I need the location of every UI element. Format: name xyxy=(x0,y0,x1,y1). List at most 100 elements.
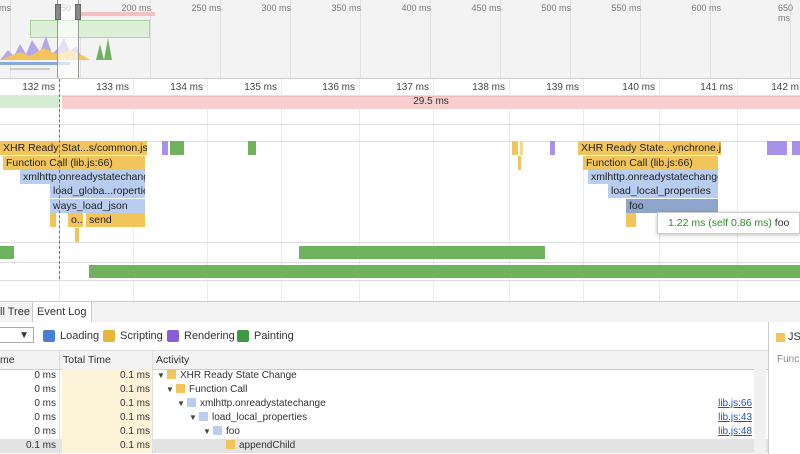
flame-xhr-ready-state[interactable]: XHR Ready Stat...s/common.json) xyxy=(0,141,147,155)
expand-triangle-icon[interactable]: ▼ xyxy=(203,425,213,439)
tooltip-time: 1.22 ms (self 0.86 ms) xyxy=(668,217,772,229)
rendering-label: Rendering xyxy=(184,330,235,342)
table-row-selected[interactable]: 0.1 ms 0.1 ms appendChild xyxy=(0,439,768,453)
overview-right-handle[interactable] xyxy=(75,4,81,20)
overview-left-handle[interactable] xyxy=(55,4,61,20)
ruler-tick-label: 140 ms xyxy=(622,82,655,93)
activity-name: XHR Ready State Change xyxy=(180,370,297,381)
expand-triangle-icon[interactable]: ▼ xyxy=(166,383,176,397)
overview-label: ms xyxy=(0,3,11,13)
overview-label: 250 ms xyxy=(191,3,221,13)
table-header: me Total Time Activity xyxy=(0,351,768,370)
tab-call-tree[interactable]: ll Tree xyxy=(0,302,34,322)
flame-rendering-mark[interactable] xyxy=(792,141,800,155)
expand-triangle-icon[interactable]: ▼ xyxy=(177,397,187,411)
ruler-tick-label: 132 ms xyxy=(22,82,55,93)
flame-foo[interactable]: foo xyxy=(626,199,718,213)
category-swatch xyxy=(167,370,176,379)
flame-load-local-properties[interactable]: load_local_properties xyxy=(608,184,718,198)
ruler-tick-label: 133 ms xyxy=(96,82,129,93)
table-row[interactable]: 0 ms 0.1 ms ▼ xmlhttp.onreadystatechange … xyxy=(0,397,768,411)
ruler-tick-label: 134 ms xyxy=(170,82,203,93)
loading-checkbox[interactable] xyxy=(43,330,55,342)
table-row[interactable]: 0 ms 0.1 ms ▼ foo lib.js:48 xyxy=(0,425,768,439)
painting-checkbox[interactable] xyxy=(237,330,249,342)
total-time: 0.1 ms xyxy=(119,398,150,409)
self-time: 0 ms xyxy=(34,426,56,437)
ruler-tick-label: 142 m xyxy=(771,82,799,93)
overview-selection-window[interactable] xyxy=(55,0,81,78)
flame-painting-mark[interactable] xyxy=(170,141,184,155)
flame-o-call[interactable]: o... xyxy=(68,213,83,227)
self-time: 0 ms xyxy=(34,384,56,395)
painting-bar[interactable] xyxy=(0,246,14,259)
source-link[interactable]: lib.js:66 xyxy=(718,397,752,411)
self-time: 0 ms xyxy=(34,398,56,409)
activity-header[interactable]: Activity xyxy=(153,351,189,369)
flame-small-call[interactable] xyxy=(75,228,79,242)
flame-scripting-mark[interactable] xyxy=(520,141,523,155)
table-row[interactable]: 0 ms 0.1 ms ▼ Function Call xyxy=(0,383,768,397)
expand-triangle-icon[interactable]: ▼ xyxy=(157,369,167,383)
self-time-header[interactable]: me xyxy=(0,351,15,369)
flame-scripting-mark[interactable] xyxy=(518,156,521,170)
overview-label: 650 ms xyxy=(777,3,793,23)
flame-rendering-mark[interactable] xyxy=(767,141,787,155)
flame-rendering-mark[interactable] xyxy=(550,141,555,155)
scripting-checkbox[interactable] xyxy=(103,330,115,342)
flame-tooltip: 1.22 ms (self 0.86 ms) foo xyxy=(657,212,800,234)
flame-small-call[interactable] xyxy=(50,213,56,227)
painting-label: Painting xyxy=(254,330,294,342)
flame-send[interactable]: send xyxy=(86,213,145,227)
overview-label: 600 ms xyxy=(691,3,721,13)
total-time-header[interactable]: Total Time xyxy=(60,351,111,369)
total-time: 0.1 ms xyxy=(119,440,150,451)
ruler-tick-label: 139 ms xyxy=(546,82,579,93)
flame-function-call[interactable]: Function Call (lib.js:66) xyxy=(583,156,718,170)
painting-bar[interactable] xyxy=(299,246,545,259)
activity-name: load_local_properties xyxy=(212,412,308,423)
flame-scripting-mark[interactable] xyxy=(512,141,518,155)
category-swatch xyxy=(199,412,208,421)
ruler-tick-label: 141 ms xyxy=(700,82,733,93)
duration-filter-dropdown[interactable]: ▼ xyxy=(0,327,34,343)
ruler-tick-label: 136 ms xyxy=(322,82,355,93)
category-swatch xyxy=(213,426,222,435)
flame-painting-mark[interactable] xyxy=(248,141,256,155)
ruler-tick-label: 135 ms xyxy=(244,82,277,93)
overview-label: 350 ms xyxy=(331,3,361,13)
expand-triangle-icon[interactable]: ▼ xyxy=(189,411,199,425)
event-filters: ▼ Loading Scripting Rendering Painting xyxy=(0,322,768,351)
painting-bar[interactable] xyxy=(89,265,800,278)
tooltip-name: foo xyxy=(774,217,790,229)
flame-ways-load-json[interactable]: ways_load_json xyxy=(50,199,145,213)
timeline-overview[interactable]: ms 150 200 ms 250 ms 300 ms 350 ms 400 m… xyxy=(0,0,800,79)
loading-label: Loading xyxy=(60,330,100,342)
flame-small-call[interactable] xyxy=(626,213,636,227)
ruler-tick-label: 138 ms xyxy=(472,82,505,93)
table-row[interactable]: 0 ms 0.1 ms ▼ XHR Ready State Change xyxy=(0,369,768,383)
self-time: 0 ms xyxy=(34,412,56,423)
rendering-checkbox[interactable] xyxy=(167,330,179,342)
overview-label: 300 ms xyxy=(261,3,291,13)
details-tabs: ll Tree Event Log xyxy=(0,301,800,323)
flame-rendering-mark[interactable] xyxy=(162,141,168,155)
table-scrollbar[interactable] xyxy=(754,369,766,454)
activity-name: Function Call xyxy=(189,384,248,395)
flame-xmlhttp-onreadystatechange[interactable]: xmlhttp.onreadystatechange xyxy=(588,170,718,184)
flame-xmlhttp-onreadystatechange[interactable]: xmlhttp.onreadystatechange xyxy=(20,170,145,184)
flame-load-global-properties[interactable]: load_globa...roperties xyxy=(50,184,145,198)
frame-duration: 29.5 ms xyxy=(413,96,449,107)
flame-function-call[interactable]: Function Call (lib.js:66) xyxy=(3,156,145,170)
table-row[interactable]: 0 ms 0.1 ms ▼ load_local_properties lib.j… xyxy=(0,411,768,425)
category-swatch xyxy=(226,440,235,449)
source-link[interactable]: lib.js:48 xyxy=(718,425,752,439)
ruler-tick-label: 137 ms xyxy=(396,82,429,93)
self-time: 0 ms xyxy=(34,370,56,381)
total-time: 0.1 ms xyxy=(119,412,150,423)
tab-event-log[interactable]: Event Log xyxy=(32,302,92,322)
summary-side-panel: JS Func xyxy=(768,322,800,454)
activity-name: xmlhttp.onreadystatechange xyxy=(200,398,326,409)
source-link[interactable]: lib.js:43 xyxy=(718,411,752,425)
flame-xhr-ready-state[interactable]: XHR Ready State...ynchrone.json) xyxy=(578,141,721,155)
